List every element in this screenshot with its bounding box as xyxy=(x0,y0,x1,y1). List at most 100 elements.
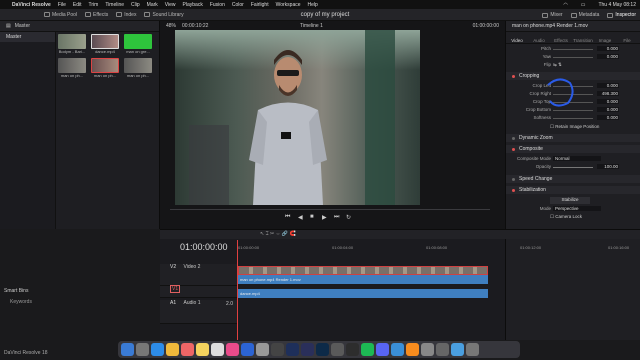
clip-thumb[interactable]: Bodym - Bari... xyxy=(58,34,86,54)
app-store-icon[interactable] xyxy=(241,343,254,356)
yaw-value[interactable]: 0.000 xyxy=(597,54,619,59)
enable-dot-icon[interactable] xyxy=(512,177,515,181)
tab-effects[interactable]: Effects xyxy=(550,38,572,43)
mixer-button[interactable]: Mixer xyxy=(542,12,563,18)
enable-dot-icon[interactable] xyxy=(512,188,515,192)
clip-thumb[interactable]: man on ph... xyxy=(58,58,86,78)
obs-icon[interactable] xyxy=(331,343,344,356)
opacity-slider[interactable] xyxy=(553,167,593,168)
downloads-icon[interactable] xyxy=(451,343,464,356)
skip-back-icon[interactable]: ⏮ xyxy=(285,214,290,221)
zoom-icon[interactable] xyxy=(391,343,404,356)
track-name[interactable]: Audio 1 xyxy=(184,300,201,306)
vlc-icon[interactable] xyxy=(406,343,419,356)
terminal-icon[interactable] xyxy=(346,343,359,356)
app-menu[interactable]: DaVinci Resolve xyxy=(12,2,51,8)
tab-video[interactable]: Video xyxy=(506,38,528,43)
lightroom-icon[interactable] xyxy=(301,343,314,356)
wifi-icon[interactable]: ◠ xyxy=(563,2,567,8)
tab-transition[interactable]: Transition xyxy=(572,38,594,43)
speed-change-section[interactable]: Speed Change xyxy=(506,175,640,183)
softness-value[interactable]: 0.000 xyxy=(597,115,619,120)
finder-icon[interactable] xyxy=(121,343,134,356)
index-button[interactable]: Index xyxy=(116,12,136,18)
menu-fusion[interactable]: Fusion xyxy=(210,2,225,8)
menu-file[interactable]: File xyxy=(58,2,66,8)
preview-icon[interactable] xyxy=(421,343,434,356)
crop-top-value[interactable]: 0.000 xyxy=(597,99,619,104)
bin-master[interactable]: Master xyxy=(0,32,55,42)
spotify-icon[interactable] xyxy=(361,343,374,356)
premiere-icon[interactable] xyxy=(286,343,299,356)
edit-tools[interactable]: ↖ ⌶ ✂ ⇔ 🔗 🧲 xyxy=(260,231,296,237)
stabilization-section[interactable]: Stabilization xyxy=(506,186,640,194)
v2-clip[interactable]: man on phone.mp4 Render 1.mov xyxy=(238,275,488,284)
metadata-button[interactable]: Metadata xyxy=(570,12,599,18)
menu-trim[interactable]: Trim xyxy=(89,2,99,8)
media-pool-button[interactable]: Media Pool xyxy=(44,12,77,18)
menu-playback[interactable]: Playback xyxy=(183,2,203,8)
loop-icon[interactable]: ↻ xyxy=(346,214,351,221)
pitch-slider[interactable] xyxy=(553,49,593,50)
crop-bottom-slider[interactable] xyxy=(553,110,593,111)
playhead[interactable] xyxy=(237,240,238,340)
clip-thumb[interactable]: man on gre... xyxy=(124,34,152,54)
safari-icon[interactable] xyxy=(151,343,164,356)
crop-right-value[interactable]: 498.300 xyxy=(597,91,619,96)
menu-clip[interactable]: Clip xyxy=(131,2,140,8)
clock[interactable]: Thu 4 May 08:12 xyxy=(598,2,636,8)
menu-help[interactable]: Help xyxy=(308,2,318,8)
trash-icon[interactable] xyxy=(466,343,479,356)
photoshop-icon[interactable] xyxy=(316,343,329,356)
stabilize-button[interactable]: Stabilize xyxy=(550,197,590,204)
davinci-icon[interactable] xyxy=(271,343,284,356)
effects-button[interactable]: Effects xyxy=(85,12,108,18)
tab-image[interactable]: Image xyxy=(594,38,616,43)
settings-icon[interactable] xyxy=(256,343,269,356)
chrome-icon[interactable] xyxy=(166,343,179,356)
list-view-icon[interactable]: ▤ xyxy=(6,23,11,29)
launchpad-icon[interactable] xyxy=(136,343,149,356)
zoom-level[interactable]: 48% xyxy=(166,23,176,29)
reverse-play-icon[interactable]: ◀ xyxy=(298,214,303,221)
menu-timeline[interactable]: Timeline xyxy=(105,2,124,8)
notes-icon[interactable] xyxy=(196,343,209,356)
skip-forward-icon[interactable]: ⏭ xyxy=(334,214,339,221)
camera-lock-checkbox[interactable]: ☐ Camera Lock xyxy=(550,214,582,220)
menu-color[interactable]: Color xyxy=(232,2,244,8)
menu-workspace[interactable]: Workspace xyxy=(276,2,301,8)
mode-select[interactable]: Perspective xyxy=(553,206,601,211)
menu-view[interactable]: View xyxy=(165,2,176,8)
clip-thumb[interactable]: dance.mp4 xyxy=(91,34,119,54)
calendar-icon[interactable] xyxy=(181,343,194,356)
stop-icon[interactable]: ■ xyxy=(310,214,314,220)
pitch-value[interactable]: 0.000 xyxy=(597,46,619,51)
clip-thumb[interactable]: man on ph... xyxy=(124,58,152,78)
composite-section[interactable]: Composite xyxy=(506,145,640,153)
menu-mark[interactable]: Mark xyxy=(147,2,158,8)
crop-left-value[interactable]: 0.000 xyxy=(597,83,619,88)
timeline-name[interactable]: Timeline 1 xyxy=(300,23,323,29)
clip-thumb[interactable]: man on ph... xyxy=(91,58,119,78)
yaw-slider[interactable] xyxy=(553,57,593,58)
v1-clip[interactable]: dance.mp4 xyxy=(238,289,488,298)
discord-icon[interactable] xyxy=(376,343,389,356)
play-icon[interactable]: ▶ xyxy=(322,214,327,221)
scrub-bar[interactable] xyxy=(170,209,490,210)
dynamic-zoom-section[interactable]: Dynamic Zoom xyxy=(506,134,640,142)
tab-audio[interactable]: Audio xyxy=(528,38,550,43)
softness-slider[interactable] xyxy=(553,118,593,119)
folder-icon[interactable] xyxy=(436,343,449,356)
battery-icon[interactable]: ▭ xyxy=(581,2,586,8)
enable-dot-icon[interactable] xyxy=(512,74,515,78)
inspector-button[interactable]: Inspector xyxy=(607,12,636,18)
v2-clip-thumbs[interactable] xyxy=(238,266,488,275)
flip-icon[interactable]: ⇋ ⇅ xyxy=(553,62,562,68)
keywords-bin[interactable]: Keywords xyxy=(0,299,32,305)
music-icon[interactable] xyxy=(226,343,239,356)
sound-library-button[interactable]: Sound Library xyxy=(144,12,184,18)
tab-file[interactable]: File xyxy=(616,38,638,43)
retain-image-position[interactable]: ☐ Retain Image Position xyxy=(550,124,599,130)
opacity-value[interactable]: 100.00 xyxy=(597,164,619,169)
enable-dot-icon[interactable] xyxy=(512,136,515,140)
